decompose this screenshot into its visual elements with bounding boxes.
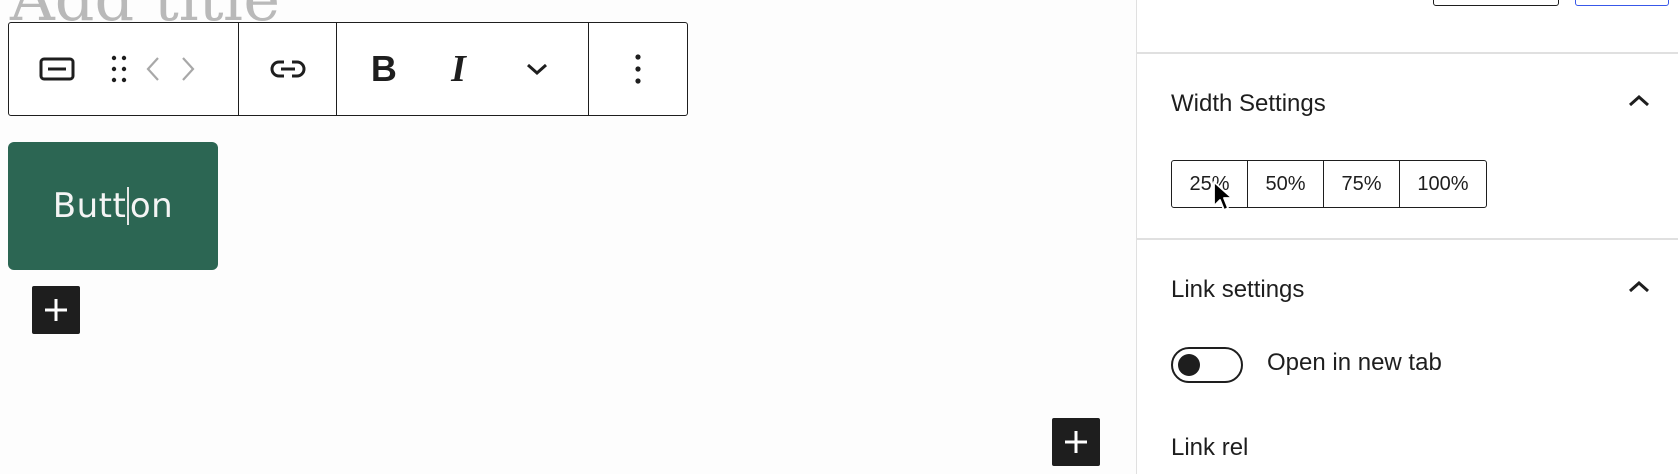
chevron-up-icon [1629,280,1649,293]
block-toolbar-group-options [589,23,686,115]
block-toolbar-group-link [239,23,337,115]
button-block[interactable]: Butt on [8,142,218,270]
plus-icon [45,299,67,321]
chevron-down-icon [527,63,548,76]
bold-button[interactable]: B [337,23,431,115]
width-settings-title[interactable]: Width Settings [1171,90,1326,118]
more-vertical-icon [634,54,641,84]
settings-sidebar: Width Settings 25% 50% 75% 100% Link set… [1136,0,1678,474]
add-block-button[interactable] [32,286,80,334]
chevron-left-icon [146,57,159,81]
block-toolbar: B I [8,22,688,116]
toggle-knob [1178,354,1200,376]
width-options-group: 25% 50% 75% 100% [1171,160,1487,208]
link-settings-toggle[interactable] [1628,280,1650,299]
block-type-button[interactable] [9,23,105,115]
italic-label: I [451,48,466,90]
chevron-up-icon [1629,94,1649,107]
block-toolbar-group-format: B I [337,23,589,115]
header-button-primary[interactable] [1575,0,1669,6]
open-new-tab-toggle[interactable] [1171,347,1243,383]
open-new-tab-label: Open in new tab [1267,349,1442,376]
button-text-start: Butt [52,186,127,226]
chevron-right-icon [182,57,195,81]
drag-handle-button[interactable] [105,23,133,115]
sidebar-divider [1137,238,1678,240]
width-settings-toggle[interactable] [1628,94,1650,113]
more-formats-button[interactable] [486,23,588,115]
block-options-button[interactable] [589,23,686,115]
button-text-end: on [129,186,174,226]
link-rel-label: Link rel [1171,434,1249,461]
sidebar-divider [1137,52,1678,54]
plus-icon [1065,431,1087,453]
italic-button[interactable]: I [431,23,487,115]
link-button[interactable] [239,23,336,115]
text-caret [127,187,129,225]
header-button-secondary[interactable] [1433,0,1559,6]
move-right-button[interactable] [173,23,203,115]
width-option-50[interactable]: 50% [1248,161,1324,207]
bold-label: B [370,48,397,89]
link-icon [270,60,305,78]
button-block-icon [39,57,75,81]
width-option-75[interactable]: 75% [1324,161,1400,207]
block-toolbar-group-block [9,23,239,115]
width-option-25[interactable]: 25% [1172,161,1248,207]
link-settings-title[interactable]: Link settings [1171,276,1304,304]
move-left-button[interactable] [133,23,173,115]
width-option-100[interactable]: 100% [1400,161,1486,207]
add-block-bottom-button[interactable] [1052,418,1100,466]
drag-handle-icon [111,55,127,83]
